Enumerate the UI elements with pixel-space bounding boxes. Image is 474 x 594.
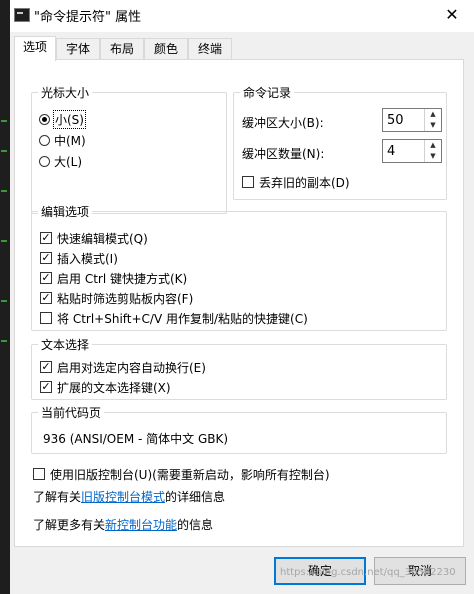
- window-title: "命令提示符" 属性: [34, 10, 142, 25]
- options-panel: 光标大小 小(S) 中(M) 大(L) 命令记录 缓冲区大小(B): ▲: [14, 59, 464, 547]
- tab-layout[interactable]: 布局: [100, 38, 144, 59]
- checkbox-empty-icon[interactable]: [40, 312, 52, 324]
- checkbox-checked-icon[interactable]: ✓: [40, 232, 52, 244]
- watermark-text: https://blog.csdn.net/qq_36502230: [280, 567, 456, 578]
- buffer-size-spinner[interactable]: ▲ ▼: [382, 108, 442, 132]
- buffer-size-label: 缓冲区大小(B):: [242, 116, 324, 130]
- insert-mode-label: 插入模式(I): [57, 251, 118, 266]
- cursor-size-small-label: 小(S): [53, 109, 86, 129]
- ctrl-shortcuts-option[interactable]: ✓ 启用 Ctrl 键快捷方式(K): [40, 268, 187, 288]
- line-wrap-selection-label: 启用对选定内容自动换行(E): [57, 360, 206, 375]
- checkbox-checked-icon[interactable]: ✓: [40, 272, 52, 284]
- new-console-features-link[interactable]: 新控制台功能: [105, 518, 177, 532]
- properties-dialog: "命令提示符" 属性 ✕ 选项 字体 布局 颜色 终端 光标大小 小(S) 中(…: [10, 0, 474, 594]
- tab-bar: 选项 字体 布局 颜色 终端: [10, 36, 474, 61]
- cursor-size-medium-label: 中(M): [54, 133, 86, 148]
- radio-selected-icon[interactable]: [39, 113, 50, 125]
- quick-edit-mode-label: 快速编辑模式(Q): [57, 231, 148, 246]
- code-page-legend: 当前代码页: [38, 404, 105, 421]
- buffer-count-arrows[interactable]: ▲ ▼: [424, 140, 441, 162]
- legacy-info-line: 了解有关旧版控制台模式的详细信息: [33, 488, 225, 505]
- checkbox-checked-icon[interactable]: ✓: [40, 292, 52, 304]
- spin-up-icon[interactable]: ▲: [425, 140, 441, 151]
- spin-up-icon[interactable]: ▲: [425, 109, 441, 120]
- insert-mode-option[interactable]: ✓ 插入模式(I): [40, 248, 118, 268]
- buffer-size-input[interactable]: [383, 109, 427, 131]
- radio-empty-icon[interactable]: [39, 155, 50, 167]
- background-terminal-strip: [0, 0, 10, 594]
- cursor-size-small-option[interactable]: 小(S): [39, 109, 86, 129]
- quick-edit-mode-option[interactable]: ✓ 快速编辑模式(Q): [40, 228, 148, 248]
- extended-selection-keys-label: 扩展的文本选择键(X): [57, 380, 171, 395]
- buffer-size-arrows[interactable]: ▲ ▼: [424, 109, 441, 131]
- new-features-suffix: 的信息: [177, 518, 214, 532]
- code-page-value: 936 (ANSI/OEM - 简体中文 GBK): [43, 432, 229, 446]
- new-features-prefix: 了解更多有关: [33, 518, 106, 532]
- cursor-size-large-label: 大(L): [54, 154, 83, 169]
- legacy-console-option[interactable]: 使用旧版控制台(U)(需要重新启动，影响所有控制台): [33, 464, 330, 484]
- checkbox-checked-icon[interactable]: ✓: [40, 252, 52, 264]
- legacy-info-prefix: 了解有关: [33, 490, 82, 504]
- cursor-size-legend: 光标大小: [38, 84, 93, 101]
- title-bar: "命令提示符" 属性 ✕: [10, 0, 474, 32]
- radio-empty-icon[interactable]: [39, 134, 50, 146]
- cursor-size-group: 光标大小 小(S) 中(M) 大(L): [31, 84, 227, 214]
- legacy-info-suffix: 的详细信息: [165, 490, 226, 504]
- ctrl-shortcuts-label: 启用 Ctrl 键快捷方式(K): [57, 271, 188, 286]
- command-history-group: 命令记录 缓冲区大小(B): ▲ ▼ 缓冲区数量(N): ▲ ▼ 丢弃旧的副本(…: [233, 84, 447, 200]
- edit-options-legend: 编辑选项: [38, 203, 93, 220]
- legacy-console-mode-link[interactable]: 旧版控制台模式: [81, 490, 165, 504]
- new-features-info-line: 了解更多有关新控制台功能的信息: [33, 516, 213, 533]
- ctrl-shift-copy-paste-option[interactable]: 将 Ctrl+Shift+C/V 用作复制/粘贴的快捷键(C): [40, 308, 308, 328]
- text-selection-legend: 文本选择: [38, 336, 93, 353]
- ctrl-shift-copy-paste-label: 将 Ctrl+Shift+C/V 用作复制/粘贴的快捷键(C): [57, 311, 308, 326]
- checkbox-empty-icon[interactable]: [33, 468, 45, 480]
- cursor-size-medium-option[interactable]: 中(M): [39, 130, 86, 150]
- legacy-console-label: 使用旧版控制台(U)(需要重新启动，影响所有控制台): [50, 467, 330, 482]
- spin-down-icon[interactable]: ▼: [425, 151, 441, 162]
- checkbox-checked-icon[interactable]: ✓: [40, 361, 52, 373]
- edit-options-group: 编辑选项 ✓ 快速编辑模式(Q) ✓ 插入模式(I) ✓ 启用 Ctrl 键快捷…: [31, 203, 447, 331]
- buffer-count-input[interactable]: [383, 140, 427, 162]
- checkbox-empty-icon[interactable]: [242, 176, 254, 188]
- buffer-count-spinner[interactable]: ▲ ▼: [382, 139, 442, 163]
- close-icon[interactable]: ✕: [434, 0, 470, 30]
- text-selection-group: 文本选择 ✓ 启用对选定内容自动换行(E) ✓ 扩展的文本选择键(X): [31, 336, 447, 400]
- cursor-size-large-option[interactable]: 大(L): [39, 151, 82, 171]
- console-app-icon: [14, 8, 30, 22]
- tab-options[interactable]: 选项: [14, 36, 56, 61]
- tab-terminal[interactable]: 终端: [188, 38, 232, 59]
- buffer-count-label: 缓冲区数量(N):: [242, 147, 325, 161]
- command-history-legend: 命令记录: [240, 84, 295, 101]
- filter-clipboard-option[interactable]: ✓ 粘贴时筛选剪贴板内容(F): [40, 288, 193, 308]
- discard-old-duplicates-option[interactable]: 丢弃旧的副本(D): [242, 172, 350, 192]
- line-wrap-selection-option[interactable]: ✓ 启用对选定内容自动换行(E): [40, 357, 206, 377]
- tab-font[interactable]: 字体: [56, 38, 100, 59]
- filter-clipboard-label: 粘贴时筛选剪贴板内容(F): [57, 291, 194, 306]
- extended-selection-keys-option[interactable]: ✓ 扩展的文本选择键(X): [40, 377, 171, 397]
- tab-colors[interactable]: 颜色: [144, 38, 188, 59]
- discard-old-duplicates-label: 丢弃旧的副本(D): [259, 175, 350, 190]
- checkbox-checked-icon[interactable]: ✓: [40, 381, 52, 393]
- spin-down-icon[interactable]: ▼: [425, 120, 441, 131]
